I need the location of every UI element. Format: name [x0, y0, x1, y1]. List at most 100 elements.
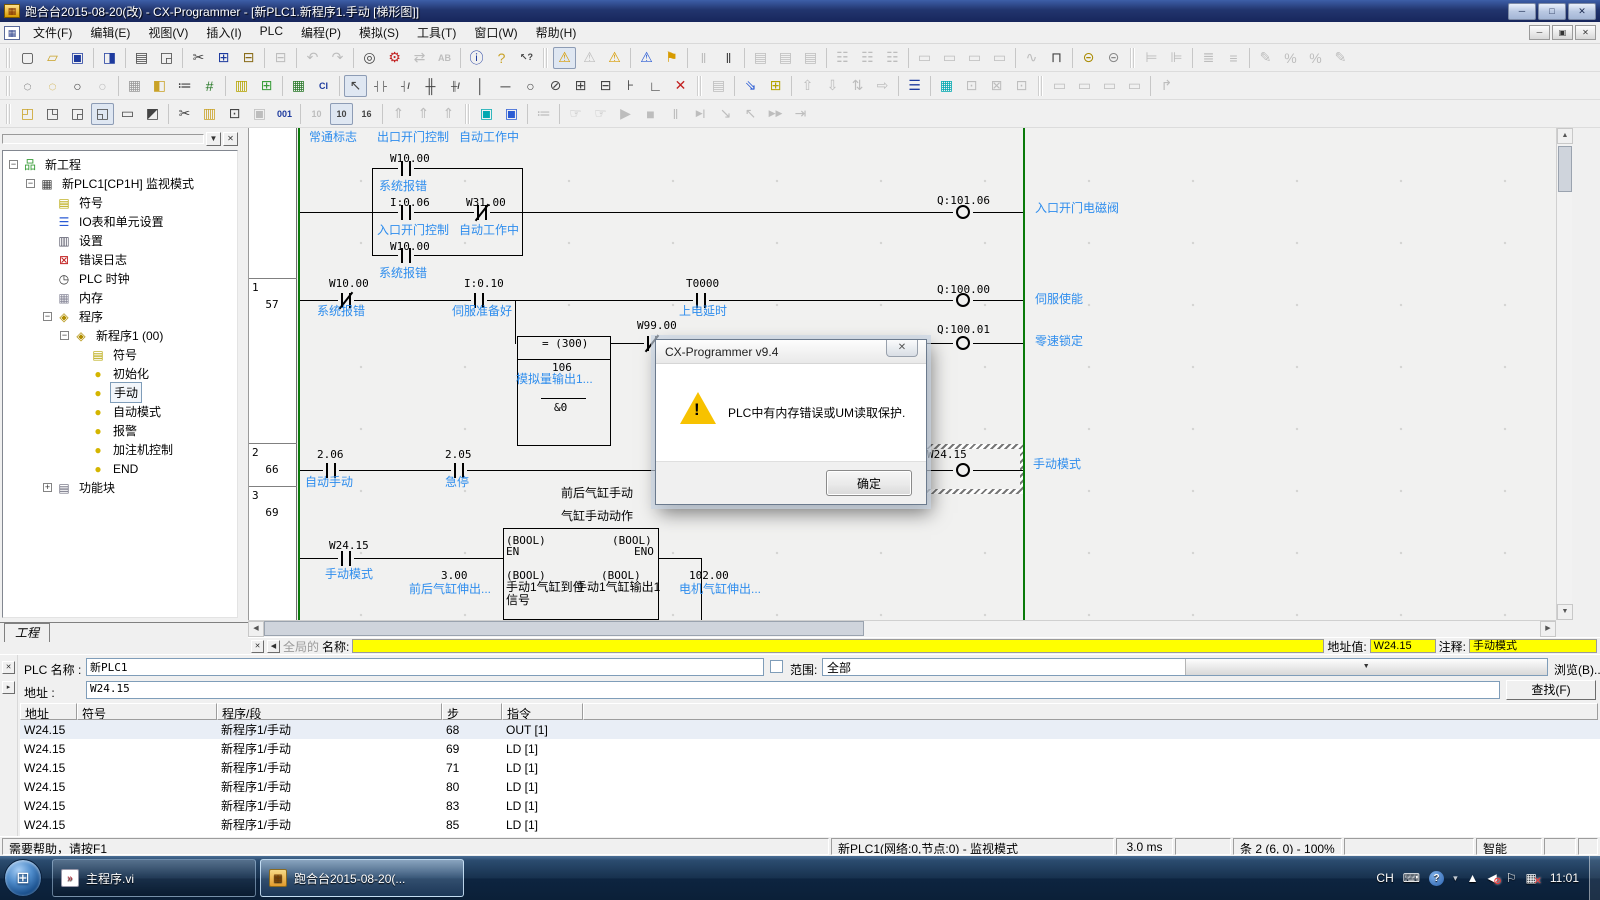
show-hidden-icons[interactable]: ▲: [1467, 871, 1479, 885]
ladder-operand[interactable]: EN: [506, 545, 519, 558]
scroll-right-button[interactable]: ▶: [1540, 621, 1556, 637]
ladder-symbol-comment[interactable]: 自动工作中: [459, 131, 519, 144]
paste-icon[interactable]: ⊟: [237, 47, 260, 69]
ref-table-column-header[interactable]: 程序/段: [217, 703, 442, 720]
tab-pages-icon[interactable]: ⊡: [223, 103, 246, 125]
grid-toggle-icon[interactable]: ▦: [123, 75, 146, 97]
tree-item[interactable]: ●自动模式: [3, 402, 237, 421]
mdi-restore-button[interactable]: ▣: [1552, 25, 1573, 40]
ladder-symbol-comment[interactable]: 模拟量输出1...: [516, 373, 593, 386]
new-coil-nc-icon[interactable]: ⊘: [544, 75, 567, 97]
ref-table-row[interactable]: W24.15新程序1/手动85LD [1]: [20, 815, 1600, 834]
plc-name-field[interactable]: 新PLC1: [86, 658, 764, 676]
mdi-close-button[interactable]: ✕: [1575, 25, 1596, 40]
scroll-left-button[interactable]: ◀: [248, 621, 264, 637]
dropdown-arrow-icon[interactable]: ▼: [1185, 659, 1548, 675]
close-button[interactable]: ✕: [1568, 3, 1596, 20]
horizontal-scroll-thumb[interactable]: [264, 621, 864, 636]
rung-comment-icon[interactable]: ◧: [148, 75, 171, 97]
ladder-operand[interactable]: 气缸手动动作: [561, 510, 633, 523]
tree-toggle-icon[interactable]: ⊞: [255, 75, 278, 97]
taskbar-clock[interactable]: 11:01: [1550, 871, 1579, 885]
ladder-operand[interactable]: I:0.10: [464, 277, 504, 290]
ref-table-column-header[interactable]: 步: [442, 703, 502, 720]
ladder-operand[interactable]: Q:100.00: [937, 283, 990, 296]
ladder-symbol-comment[interactable]: 伺服准备好: [452, 305, 512, 318]
print-icon[interactable]: ▤: [130, 47, 153, 69]
ladder-operand[interactable]: W24.15: [329, 539, 369, 552]
ladder-operand[interactable]: Q:100.01: [937, 323, 990, 336]
ladder-operand[interactable]: W10.00: [329, 277, 369, 290]
horizontal-line-icon[interactable]: ─: [494, 75, 517, 97]
new-contact-nc-icon[interactable]: ┤/: [394, 75, 417, 97]
address-field[interactable]: W24.15: [86, 681, 1500, 699]
start-button[interactable]: ⊞: [4, 859, 42, 897]
find-error-icon[interactable]: ⚠: [603, 47, 626, 69]
ladder-operand[interactable]: 2.05: [445, 448, 472, 461]
dialog-ok-button[interactable]: 确定: [826, 470, 912, 496]
tree-item[interactable]: ▥设置: [3, 231, 237, 250]
ref-table-row[interactable]: W24.15新程序1/手动69LD [1]: [20, 739, 1600, 758]
rung-wrap-icon[interactable]: ☰: [903, 75, 926, 97]
print-preview-icon[interactable]: ◲: [155, 47, 178, 69]
info-icon[interactable]: ⓘ: [465, 47, 488, 69]
ladder-operand[interactable]: 手动1气缸输出1: [575, 581, 660, 594]
find-icon[interactable]: ◎: [358, 47, 381, 69]
compile-all-icon[interactable]: ⊞: [764, 75, 787, 97]
scroll-up-button[interactable]: ▲: [1557, 128, 1573, 144]
menu-item[interactable]: 文件(F): [24, 21, 81, 44]
rung-number[interactable]: 2: [252, 446, 259, 459]
vertical-line-icon[interactable]: │: [469, 75, 492, 97]
symbol-editor-icon[interactable]: ▥: [198, 103, 221, 125]
ladder-symbol-comment[interactable]: 伺服使能: [1035, 293, 1083, 306]
context-help-icon[interactable]: ↖?: [515, 47, 538, 69]
ladder-symbol-comment[interactable]: 零速锁定: [1035, 335, 1083, 348]
toolbar-grip[interactable]: [1130, 48, 1135, 68]
tree-item[interactable]: ◷PLC 时钟: [3, 269, 237, 288]
copy-icon[interactable]: ⊞: [212, 47, 235, 69]
tree-item[interactable]: ▦内存: [3, 288, 237, 307]
reset-branch-icon[interactable]: ∟: [644, 75, 667, 97]
menu-item[interactable]: 帮助(H): [527, 21, 586, 44]
output-coil[interactable]: [953, 462, 973, 479]
scroll-down-button[interactable]: ▼: [1557, 604, 1573, 620]
ref-table-column-header[interactable]: 地址: [20, 703, 77, 720]
volume-muted-icon[interactable]: ◀⊘: [1488, 871, 1497, 885]
menu-item[interactable]: 编辑(E): [81, 21, 139, 44]
ladder-operand[interactable]: = (300): [542, 337, 588, 350]
range-checkbox[interactable]: [770, 660, 783, 673]
ladder-operand[interactable]: W10.00: [390, 240, 430, 253]
mark-error-icon[interactable]: ⚑: [660, 47, 683, 69]
maximize-button[interactable]: □: [1538, 3, 1566, 20]
ladder-symbol-comment[interactable]: 急停: [445, 476, 469, 489]
tree-item[interactable]: ▤符号: [3, 193, 237, 212]
replace-icon[interactable]: ⚙: [383, 47, 406, 69]
panel-dropdown-button[interactable]: ▼: [206, 132, 221, 146]
rung-list-icon[interactable]: ≔: [173, 75, 196, 97]
action-center-flag-icon[interactable]: ⚐: [1506, 871, 1517, 885]
ladder-operand[interactable]: &0: [554, 401, 567, 414]
select-mode-icon[interactable]: ↖: [344, 75, 367, 97]
panel-close-button[interactable]: ✕: [223, 132, 238, 146]
ref-table-row[interactable]: W24.15新程序1/手动71LD [1]: [20, 758, 1600, 777]
open-file-icon[interactable]: ▱: [41, 47, 64, 69]
zoom-custom-icon[interactable]: ◌: [41, 75, 64, 97]
window-titlebar[interactable]: ▦ 跑合台2015-08-20(改) - CX-Programmer - [新P…: [0, 0, 1600, 22]
protect-1-icon[interactable]: ⊝: [1077, 47, 1100, 69]
ladder-symbol-comment[interactable]: 前后气缸伸出...: [409, 583, 491, 596]
tree-item[interactable]: −品新工程: [3, 155, 237, 174]
watchbar-close-button[interactable]: ✕: [251, 640, 264, 653]
tree-item[interactable]: −▦新PLC1[CP1H] 监视模式: [3, 174, 237, 193]
range-dropdown[interactable]: 全部 ▼: [822, 658, 1548, 676]
window-properties-icon[interactable]: ◩: [141, 103, 164, 125]
hidden-icons-expander[interactable]: ▾: [1453, 873, 1458, 884]
window-find-icon[interactable]: ◱: [91, 103, 114, 125]
protect-2-icon[interactable]: ⊝: [1102, 47, 1125, 69]
tree-item[interactable]: ●报警: [3, 421, 237, 440]
ladder-operand[interactable]: 信号: [506, 594, 530, 607]
ref-table-column-header[interactable]: [583, 703, 1598, 720]
refpanel-expand-button[interactable]: ▸: [2, 681, 15, 694]
vertical-scroll-thumb[interactable]: [1558, 146, 1572, 192]
tree-item[interactable]: ☰IO表和单元设置: [3, 212, 237, 231]
find-report-icon[interactable]: ◨: [98, 47, 121, 69]
